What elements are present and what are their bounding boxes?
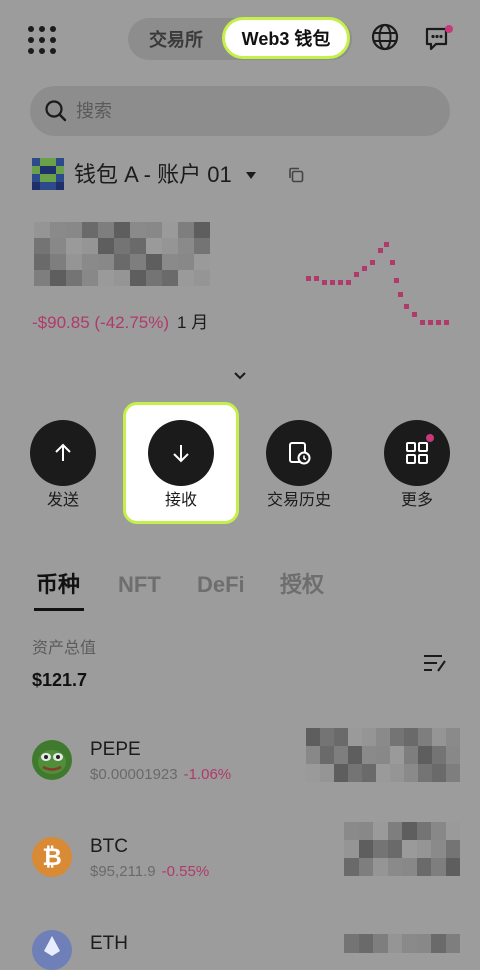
asset-change: -0.55%: [161, 863, 210, 880]
tab-tokens[interactable]: 币种: [36, 570, 80, 600]
hidden-asset-value: [344, 822, 460, 876]
asset-price-row: $0.00001923 -1.06%: [90, 765, 231, 785]
active-tab-indicator: [34, 608, 84, 611]
history-icon: [289, 442, 311, 465]
asset-name[interactable]: BTC: [90, 835, 128, 859]
pepe-icon: [32, 740, 72, 780]
more-label: 更多: [400, 492, 433, 509]
bitcoin-icon: ₿: [32, 837, 72, 877]
apps-grid-icon[interactable]: [28, 26, 56, 54]
asset-name[interactable]: ETH: [90, 932, 128, 956]
receive-button[interactable]: [148, 420, 214, 486]
hidden-balance: [34, 222, 210, 286]
message-icon[interactable]: [424, 24, 454, 52]
total-assets-value: $121.7: [32, 670, 88, 690]
send-label: 发送: [46, 492, 79, 509]
history-label: 交易历史: [266, 492, 331, 509]
search-icon: [45, 100, 67, 122]
tab-approvals[interactable]: 授权: [280, 570, 324, 600]
pnl-period: 1 月: [177, 313, 209, 332]
asset-price-row: $95,211.9 -0.55%: [90, 862, 209, 882]
sort-icon[interactable]: [422, 652, 448, 674]
hidden-asset-value: [344, 934, 460, 953]
chevron-down-icon[interactable]: [232, 370, 248, 382]
ethereum-icon: [32, 930, 72, 970]
receive-label: 接收: [164, 492, 197, 509]
total-assets-label: 资产总值: [32, 640, 97, 657]
pnl-summary: -$90.85 (-42.75%) 1 月: [32, 312, 208, 334]
tab-defi[interactable]: DeFi: [197, 570, 245, 600]
asset-price: $95,211.9: [90, 863, 156, 880]
more-button[interactable]: [384, 420, 450, 486]
account-dropdown-icon[interactable]: [246, 172, 256, 179]
wallet-avatar: [32, 158, 64, 190]
copy-icon[interactable]: [288, 167, 304, 183]
globe-icon[interactable]: [371, 23, 399, 51]
search-input[interactable]: [76, 99, 416, 123]
account-name[interactable]: 钱包 A - 账户 01: [74, 160, 232, 190]
asset-change: -1.06%: [183, 766, 232, 783]
asset-price: $0.00001923: [90, 766, 178, 783]
arrow-up-icon: [55, 443, 71, 461]
balance-sparkline: [306, 242, 449, 325]
arrow-down-icon: [173, 445, 189, 463]
tab-web3-wallet[interactable]: Web3 钱包: [222, 17, 350, 59]
asset-name[interactable]: PEPE: [90, 738, 141, 762]
grid-more-icon: [406, 442, 428, 464]
pnl-value: -$90.85 (-42.75%): [32, 313, 170, 332]
notification-dot: [426, 434, 434, 442]
tab-exchange[interactable]: 交易所: [128, 18, 224, 60]
history-button[interactable]: [266, 420, 332, 486]
send-button[interactable]: [30, 420, 96, 486]
hidden-asset-value: [306, 728, 460, 782]
tab-nft[interactable]: NFT: [118, 570, 161, 600]
